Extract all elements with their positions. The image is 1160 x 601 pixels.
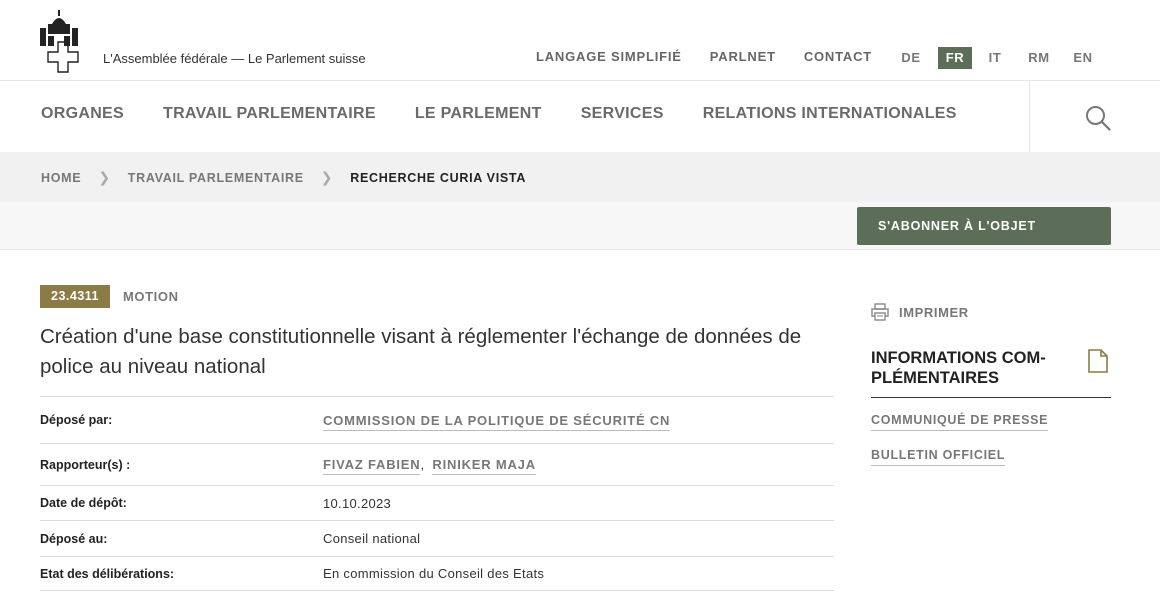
lang-fr[interactable]: FR xyxy=(938,47,972,69)
search-icon xyxy=(1086,106,1111,131)
language-switcher: DE FR IT RM EN xyxy=(900,47,1116,69)
rapporteur-separator: , xyxy=(420,457,425,472)
breadcrumb-home[interactable]: HOME xyxy=(41,171,81,185)
main-nav-relations-internationales[interactable]: RELATIONS INTERNATIONALES xyxy=(703,105,957,123)
rapporteur-link-fivaz[interactable]: FIVAZ FABIEN xyxy=(323,457,421,475)
object-tags: 23.4311 MOTION xyxy=(40,285,179,308)
depose-par-link[interactable]: COMMISSION DE LA POLITIQUE DE SÉCURITÉ C… xyxy=(323,412,671,431)
details-label: Date de dépôt: xyxy=(40,496,127,510)
printer-icon xyxy=(871,303,889,321)
search-button[interactable] xyxy=(1029,81,1160,152)
details-row-date: Date de dépôt: 10.10.2023 xyxy=(40,485,834,520)
breadcrumb: HOME ❯ TRAVAIL PARLEMENTAIRE ❯ RECHERCHE… xyxy=(0,152,1160,202)
service-nav: LANGAGE SIMPLIFIÉ PARLNET CONTACT xyxy=(536,49,900,64)
details-label: Déposé au: xyxy=(40,531,108,546)
chevron-right-icon: ❯ xyxy=(320,169,334,185)
print-button[interactable]: IMPRIMER xyxy=(871,303,969,321)
main-nav-le-parlement[interactable]: LE PARLEMENT xyxy=(415,105,542,123)
main-nav: ORGANES TRAVAIL PARLEMENTAIRE LE PARLEME… xyxy=(0,81,1160,152)
object-type: MOTION xyxy=(123,289,179,304)
nav-langage-simplifie[interactable]: LANGAGE SIMPLIFIÉ xyxy=(536,49,682,64)
info-heading: INFORMATIONS COM-PLÉMENTAIRES xyxy=(871,348,1111,398)
details-row-etat: Etat des délibérations: En commission du… xyxy=(40,556,834,591)
details-label: Rapporteur(s) : xyxy=(40,457,131,472)
details-table: Déposé par: COMMISSION DE LA POLITIQUE D… xyxy=(40,396,834,591)
parliament-logo-icon[interactable] xyxy=(38,10,90,74)
object-number-badge: 23.4311 xyxy=(40,285,110,308)
date-value: 10.10.2023 xyxy=(323,495,392,511)
document-icon xyxy=(1088,349,1108,373)
nav-parlnet[interactable]: PARLNET xyxy=(710,49,776,64)
lang-it[interactable]: IT xyxy=(984,47,1006,69)
info-heading-text: INFORMATIONS COM-PLÉMENTAIRES xyxy=(871,349,1046,387)
subscribe-button[interactable]: S'ABONNER À L'OBJET xyxy=(857,207,1111,245)
top-header: L'Assemblée fédérale — Le Parlement suis… xyxy=(0,0,1160,81)
page-title: Création d'une base constitutionnelle vi… xyxy=(40,325,802,378)
etat-value: En commission du Conseil des Etats xyxy=(323,566,545,581)
breadcrumb-travail-parlementaire[interactable]: TRAVAIL PARLEMENTAIRE xyxy=(128,171,304,185)
rapporteur-link-riniker[interactable]: RINIKER MAJA xyxy=(432,457,536,475)
lang-en[interactable]: EN xyxy=(1072,47,1094,69)
details-row-depose-au: Déposé au: Conseil national xyxy=(40,520,834,556)
link-bulletin-officiel[interactable]: BULLETIN OFFICIEL xyxy=(871,448,1006,466)
details-label: Déposé par: xyxy=(40,413,113,427)
details-row-depose-par: Déposé par: COMMISSION DE LA POLITIQUE D… xyxy=(40,396,834,443)
breadcrumb-current: RECHERCHE CURIA VISTA xyxy=(350,170,527,185)
details-label: Etat des délibérations: xyxy=(40,566,175,581)
link-communique-de-presse[interactable]: COMMUNIQUÉ DE PRESSE xyxy=(871,413,1049,431)
lang-rm[interactable]: RM xyxy=(1028,47,1050,69)
site-name: L'Assemblée fédérale — Le Parlement suis… xyxy=(103,51,366,66)
chevron-right-icon: ❯ xyxy=(98,169,111,185)
main-nav-services[interactable]: SERVICES xyxy=(581,105,664,123)
details-row-rapporteurs: Rapporteur(s) : FIVAZ FABIEN, RINIKER MAJ… xyxy=(40,443,834,485)
lang-de[interactable]: DE xyxy=(900,47,922,69)
nav-contact[interactable]: CONTACT xyxy=(804,49,872,64)
main-nav-travail-parlementaire[interactable]: TRAVAIL PARLEMENTAIRE xyxy=(163,105,376,123)
subscribe-bar: S'ABONNER À L'OBJET xyxy=(0,202,1160,250)
main-nav-organes[interactable]: ORGANES xyxy=(41,105,124,123)
print-label: IMPRIMER xyxy=(899,304,969,320)
depose-au-value: Conseil national xyxy=(323,531,421,546)
